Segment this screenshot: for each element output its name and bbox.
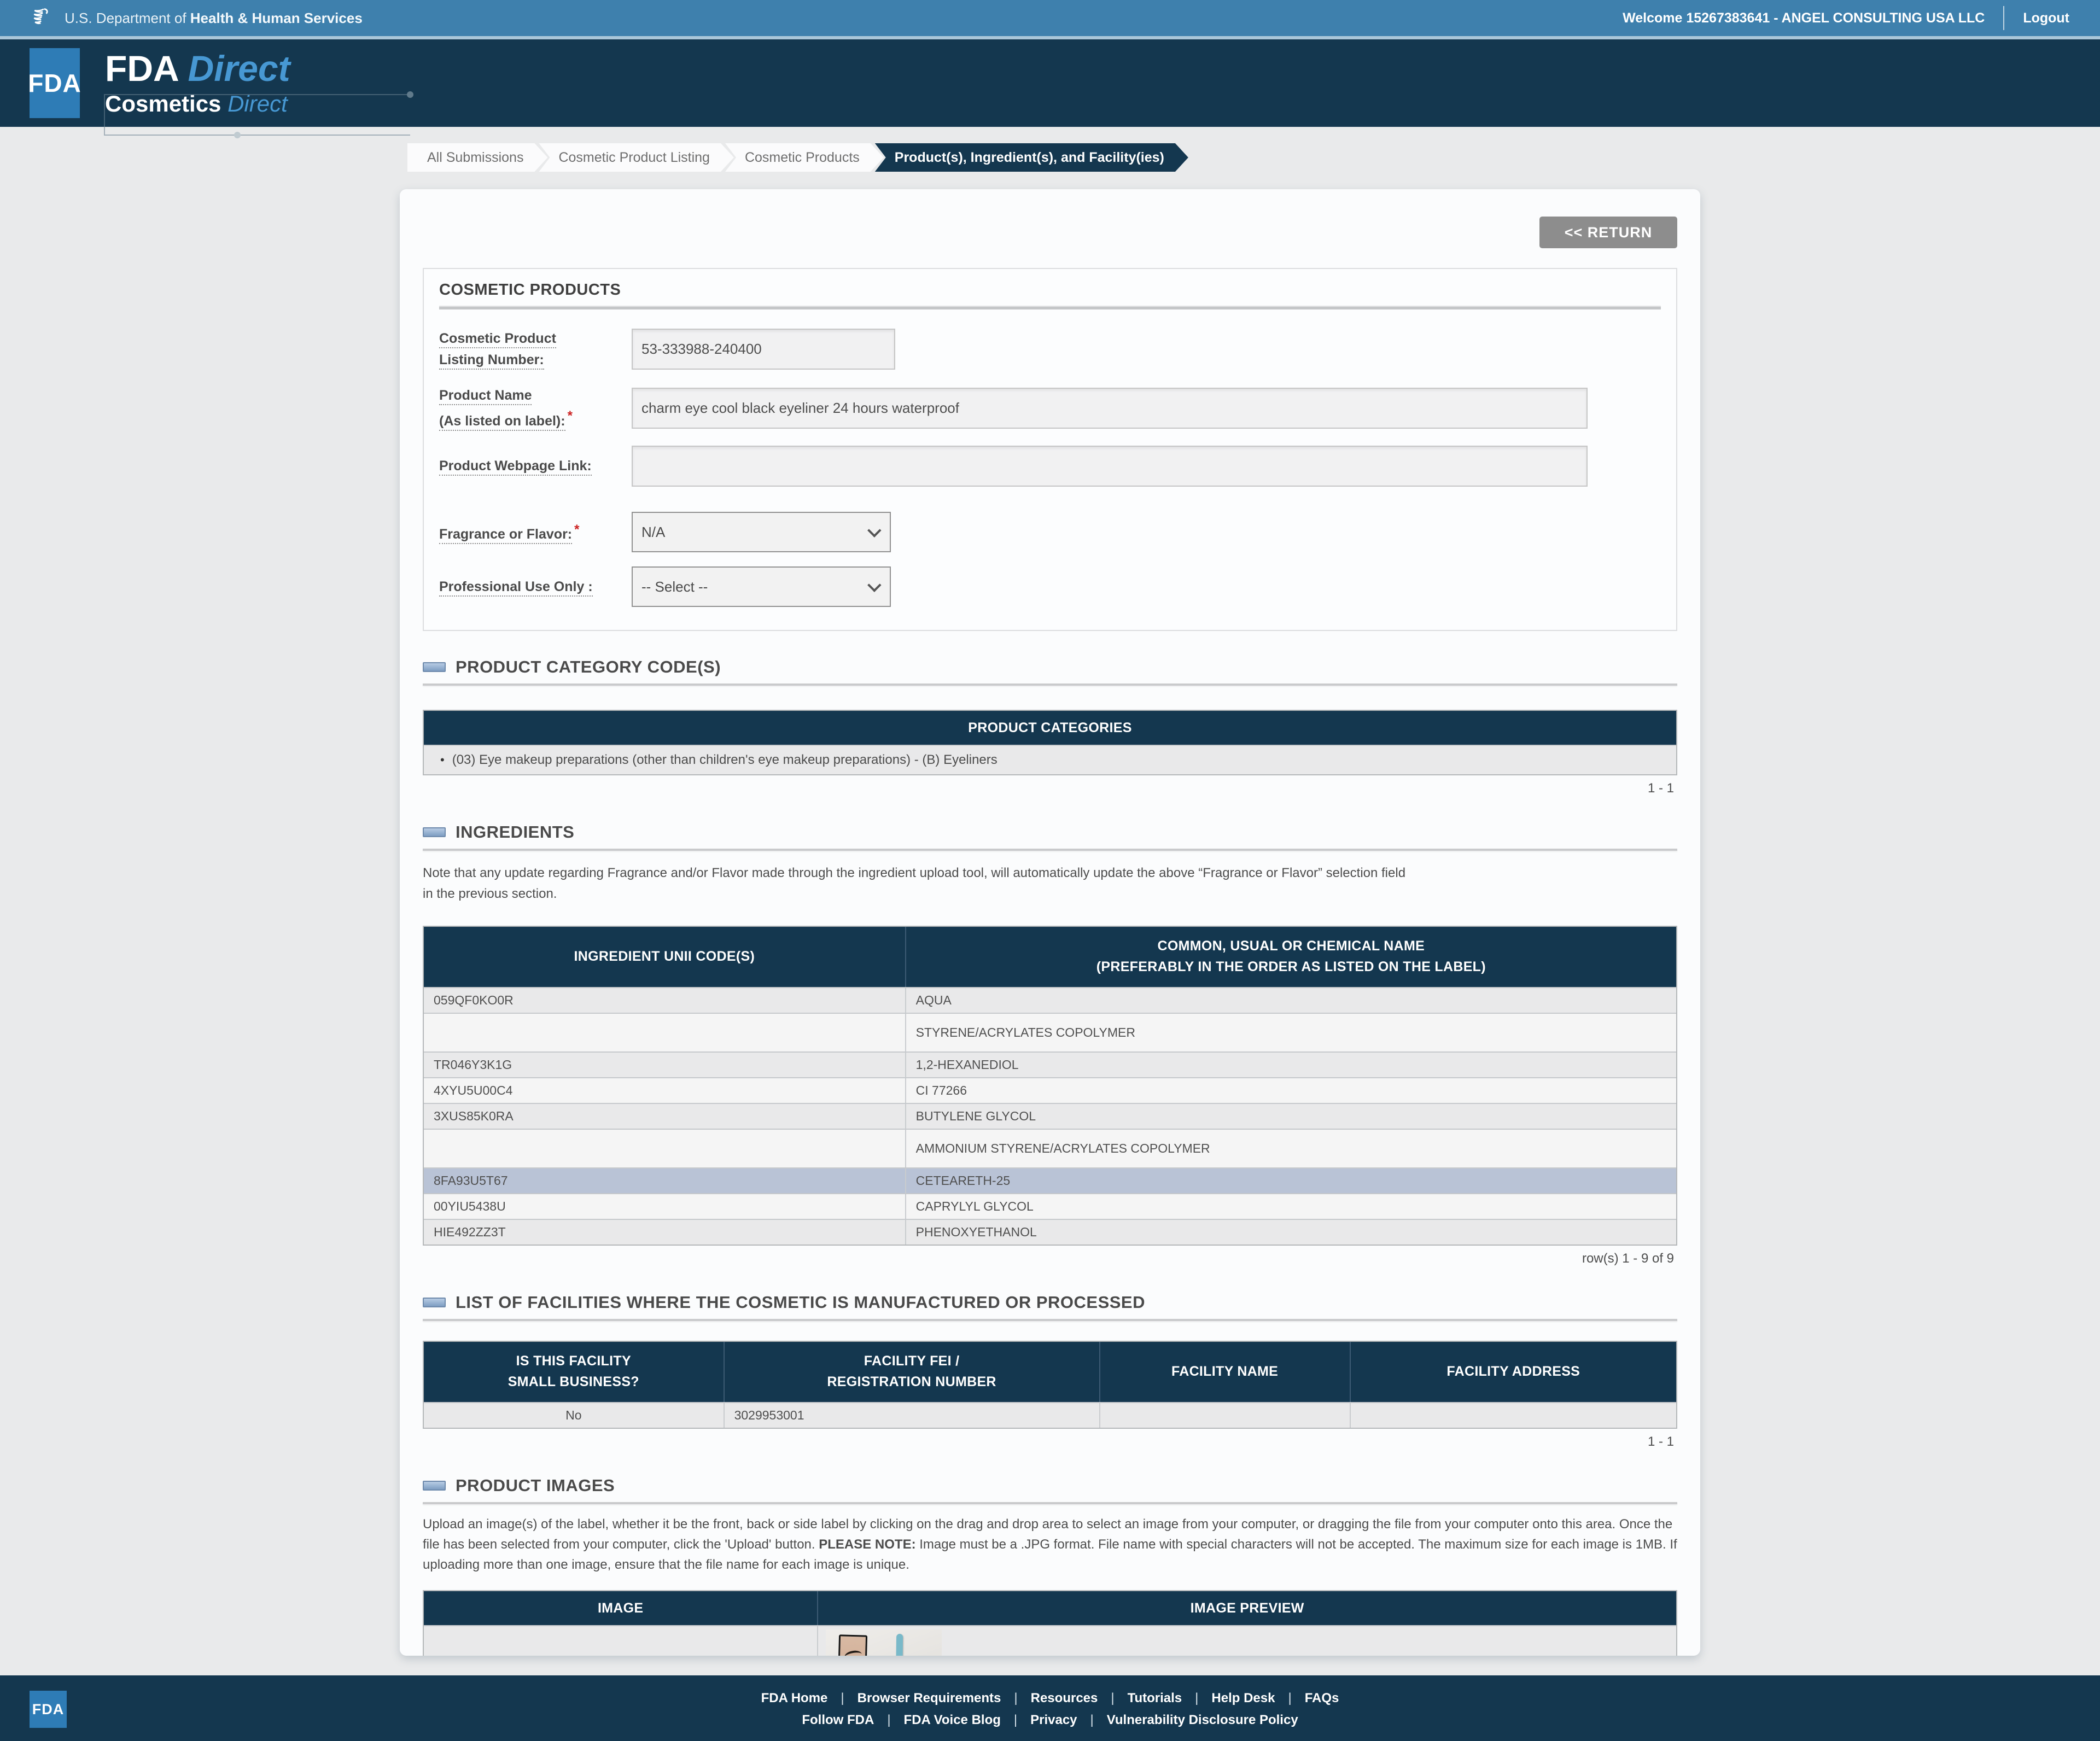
main-content-card: << RETURN COSMETIC PRODUCTS Cosmetic Pro… [400, 189, 1700, 1656]
breadcrumb: All Submissions Cosmetic Product Listing… [400, 143, 1700, 172]
breadcrumb-cosmetic-product-listing[interactable]: Cosmetic Product Listing [539, 143, 734, 172]
small-business-column-header: IS THIS FACILITY SMALL BUSINESS? [424, 1341, 725, 1402]
footer-link-browser-requirements[interactable]: Browser Requirements [844, 1691, 1014, 1706]
section-rule [423, 849, 1677, 851]
hhs-department-text: U.S. Department of Health & Human Servic… [65, 9, 363, 26]
image-row: .jpg [424, 1625, 1676, 1656]
footer-link-resources[interactable]: Resources [1018, 1691, 1111, 1706]
breadcrumb-cosmetic-products[interactable]: Cosmetic Products [725, 143, 884, 172]
footer-link-fda-home[interactable]: FDA Home [748, 1691, 841, 1706]
footer-link-privacy[interactable]: Privacy [1017, 1713, 1090, 1728]
categories-pagination: 1 - 1 [1647, 781, 1674, 796]
ingredient-row[interactable]: HIE492ZZ3T PHENOXYETHANOL [424, 1218, 1676, 1245]
cosmetic-products-panel: COSMETIC PRODUCTS Cosmetic Product Listi… [423, 268, 1677, 632]
listing-number-row: Cosmetic Product Listing Number: [439, 328, 1661, 371]
ingredient-row[interactable]: 4XYU5U00C4 CI 77266 [424, 1077, 1676, 1103]
product-images-note: Upload an image(s) of the label, whether… [423, 1516, 1677, 1573]
product-name-label: Product Name (As listed on label): * [439, 385, 632, 432]
eyeliner-pen-image [895, 1634, 903, 1656]
image-preview-column-header: IMAGE PREVIEW [1190, 1600, 1304, 1616]
ingredients-note: Note that any update regarding Fragrance… [423, 866, 1406, 901]
product-name-input[interactable] [632, 387, 1588, 429]
collapse-icon[interactable] [423, 1480, 446, 1491]
footer-link-tutorials[interactable]: Tutorials [1115, 1691, 1195, 1706]
webpage-link-label: Product Webpage Link: [439, 455, 632, 477]
ingredient-row[interactable]: STYRENE/ACRYLATES COPOLYMER [424, 1012, 1676, 1051]
cosmetic-products-title: COSMETIC PRODUCTS [439, 281, 1661, 307]
product-image-preview [826, 1629, 942, 1656]
facilities-table: IS THIS FACILITY SMALL BUSINESS? FACILIT… [423, 1340, 1677, 1429]
footer-link-vulnerability-disclosure[interactable]: Vulnerability Disclosure Policy [1094, 1713, 1311, 1728]
footer-link-follow-fda[interactable]: Follow FDA [789, 1713, 887, 1728]
facilities-section-title: LIST OF FACILITIES WHERE THE COSMETIC IS… [456, 1292, 1145, 1312]
ingredients-table: INGREDIENT UNII CODE(S) COMMON, USUAL OR… [423, 925, 1677, 1246]
product-name-row: Product Name (As listed on label): * [439, 385, 1661, 432]
footer-link-faqs[interactable]: FAQs [1292, 1691, 1352, 1706]
product-images-table: IMAGE IMAGE PREVIEW .jpg [423, 1590, 1677, 1656]
facility-row: No 3029953001 [424, 1401, 1676, 1428]
section-rule [423, 683, 1677, 686]
required-asterisk: * [574, 522, 580, 537]
listing-number-input[interactable] [632, 329, 895, 370]
required-asterisk: * [567, 408, 573, 424]
eyeliner-box-image [837, 1634, 868, 1656]
fda-logo: FDA [28, 48, 81, 118]
ingredient-row[interactable]: 059QF0KO0R AQUA [424, 986, 1676, 1013]
footer-link-help-desk[interactable]: Help Desk [1198, 1691, 1288, 1706]
section-rule [423, 1318, 1677, 1321]
ingredients-pagination: row(s) 1 - 9 of 9 [1582, 1251, 1674, 1266]
chevron-down-icon [867, 523, 882, 538]
ingredients-section-title: INGREDIENTS [456, 822, 575, 842]
ingredient-row[interactable]: TR046Y3K1G 1,2-HEXANEDIOL [424, 1051, 1676, 1077]
professional-use-row: Professional Use Only : -- Select -- [439, 566, 1661, 607]
ingredient-row-selected[interactable]: 8FA93U5T67 CETEARETH-25 [424, 1167, 1676, 1193]
category-row: (03) Eye makeup preparations (other than… [424, 745, 1676, 775]
webpage-link-input[interactable] [632, 446, 1588, 487]
fragrance-label: Fragrance or Flavor: * [439, 519, 632, 545]
hhs-eagle-icon [31, 6, 55, 30]
government-topbar: U.S. Department of Health & Human Servic… [0, 0, 2100, 36]
footer-links-row-1: FDA Home | Browser Requirements | Resour… [748, 1691, 1352, 1706]
chemical-name-column-header: COMMON, USUAL OR CHEMICAL NAME (PREFERAB… [1096, 938, 1486, 974]
ingredient-row[interactable]: AMMONIUM STYRENE/ACRYLATES COPOLYMER [424, 1128, 1676, 1167]
fragrance-select[interactable]: N/A [632, 512, 891, 553]
collapse-icon[interactable] [423, 827, 446, 838]
product-category-section-title: PRODUCT CATEGORY CODE(S) [456, 657, 721, 677]
professional-use-label: Professional Use Only : [439, 576, 632, 598]
app-subtitle: Cosmetics Direct [105, 90, 288, 116]
app-title: FDA Direct [105, 48, 290, 89]
welcome-account-text: Welcome 15267383641 - ANGEL CONSULTING U… [1623, 10, 1985, 26]
collapse-icon[interactable] [423, 1297, 446, 1307]
listing-number-label: Cosmetic Product Listing Number: [439, 328, 632, 371]
product-images-section-title: PRODUCT IMAGES [456, 1475, 615, 1495]
facility-address-column-header: FACILITY ADDRESS [1446, 1363, 1580, 1379]
brand-header: FDA FDA Direct Cosmetics Direct [0, 39, 2100, 139]
return-button[interactable]: << RETURN [1539, 217, 1677, 248]
fragrance-row: Fragrance or Flavor: * N/A [439, 512, 1661, 553]
webpage-link-row: Product Webpage Link: [439, 446, 1661, 487]
page-footer: FDA FDA Home | Browser Requirements | Re… [0, 1675, 2100, 1741]
collapse-icon[interactable] [423, 662, 446, 673]
product-categories-table: PRODUCT CATEGORIES (03) Eye makeup prepa… [423, 710, 1677, 776]
footer-link-fda-voice-blog[interactable]: FDA Voice Blog [891, 1713, 1014, 1728]
facility-name-column-header: FACILITY NAME [1100, 1341, 1351, 1402]
breadcrumb-all-submissions[interactable]: All Submissions [407, 143, 547, 172]
section-rule [423, 1502, 1677, 1504]
logout-link[interactable]: Logout [2004, 10, 2069, 26]
professional-use-select[interactable]: -- Select -- [632, 566, 891, 607]
breadcrumb-products-ingredients-facilities[interactable]: Product(s), Ingredient(s), and Facility(… [875, 143, 1188, 172]
fei-column-header: FACILITY FEI / REGISTRATION NUMBER [725, 1341, 1100, 1402]
ingredient-row[interactable]: 3XUS85K0RA BUTYLENE GLYCOL [424, 1102, 1676, 1129]
ingredient-row[interactable]: 00YIU5438U CAPRYLYL GLYCOL [424, 1193, 1676, 1219]
footer-links-row-2: Follow FDA | FDA Voice Blog | Privacy | … [789, 1713, 1311, 1728]
image-column-header: IMAGE [424, 1591, 819, 1626]
title-rule [439, 307, 1661, 309]
facilities-pagination: 1 - 1 [1647, 1434, 1674, 1449]
unii-code-column-header: INGREDIENT UNII CODE(S) [424, 926, 906, 987]
chevron-down-icon [867, 578, 882, 593]
product-categories-header: PRODUCT CATEGORIES [968, 720, 1132, 735]
